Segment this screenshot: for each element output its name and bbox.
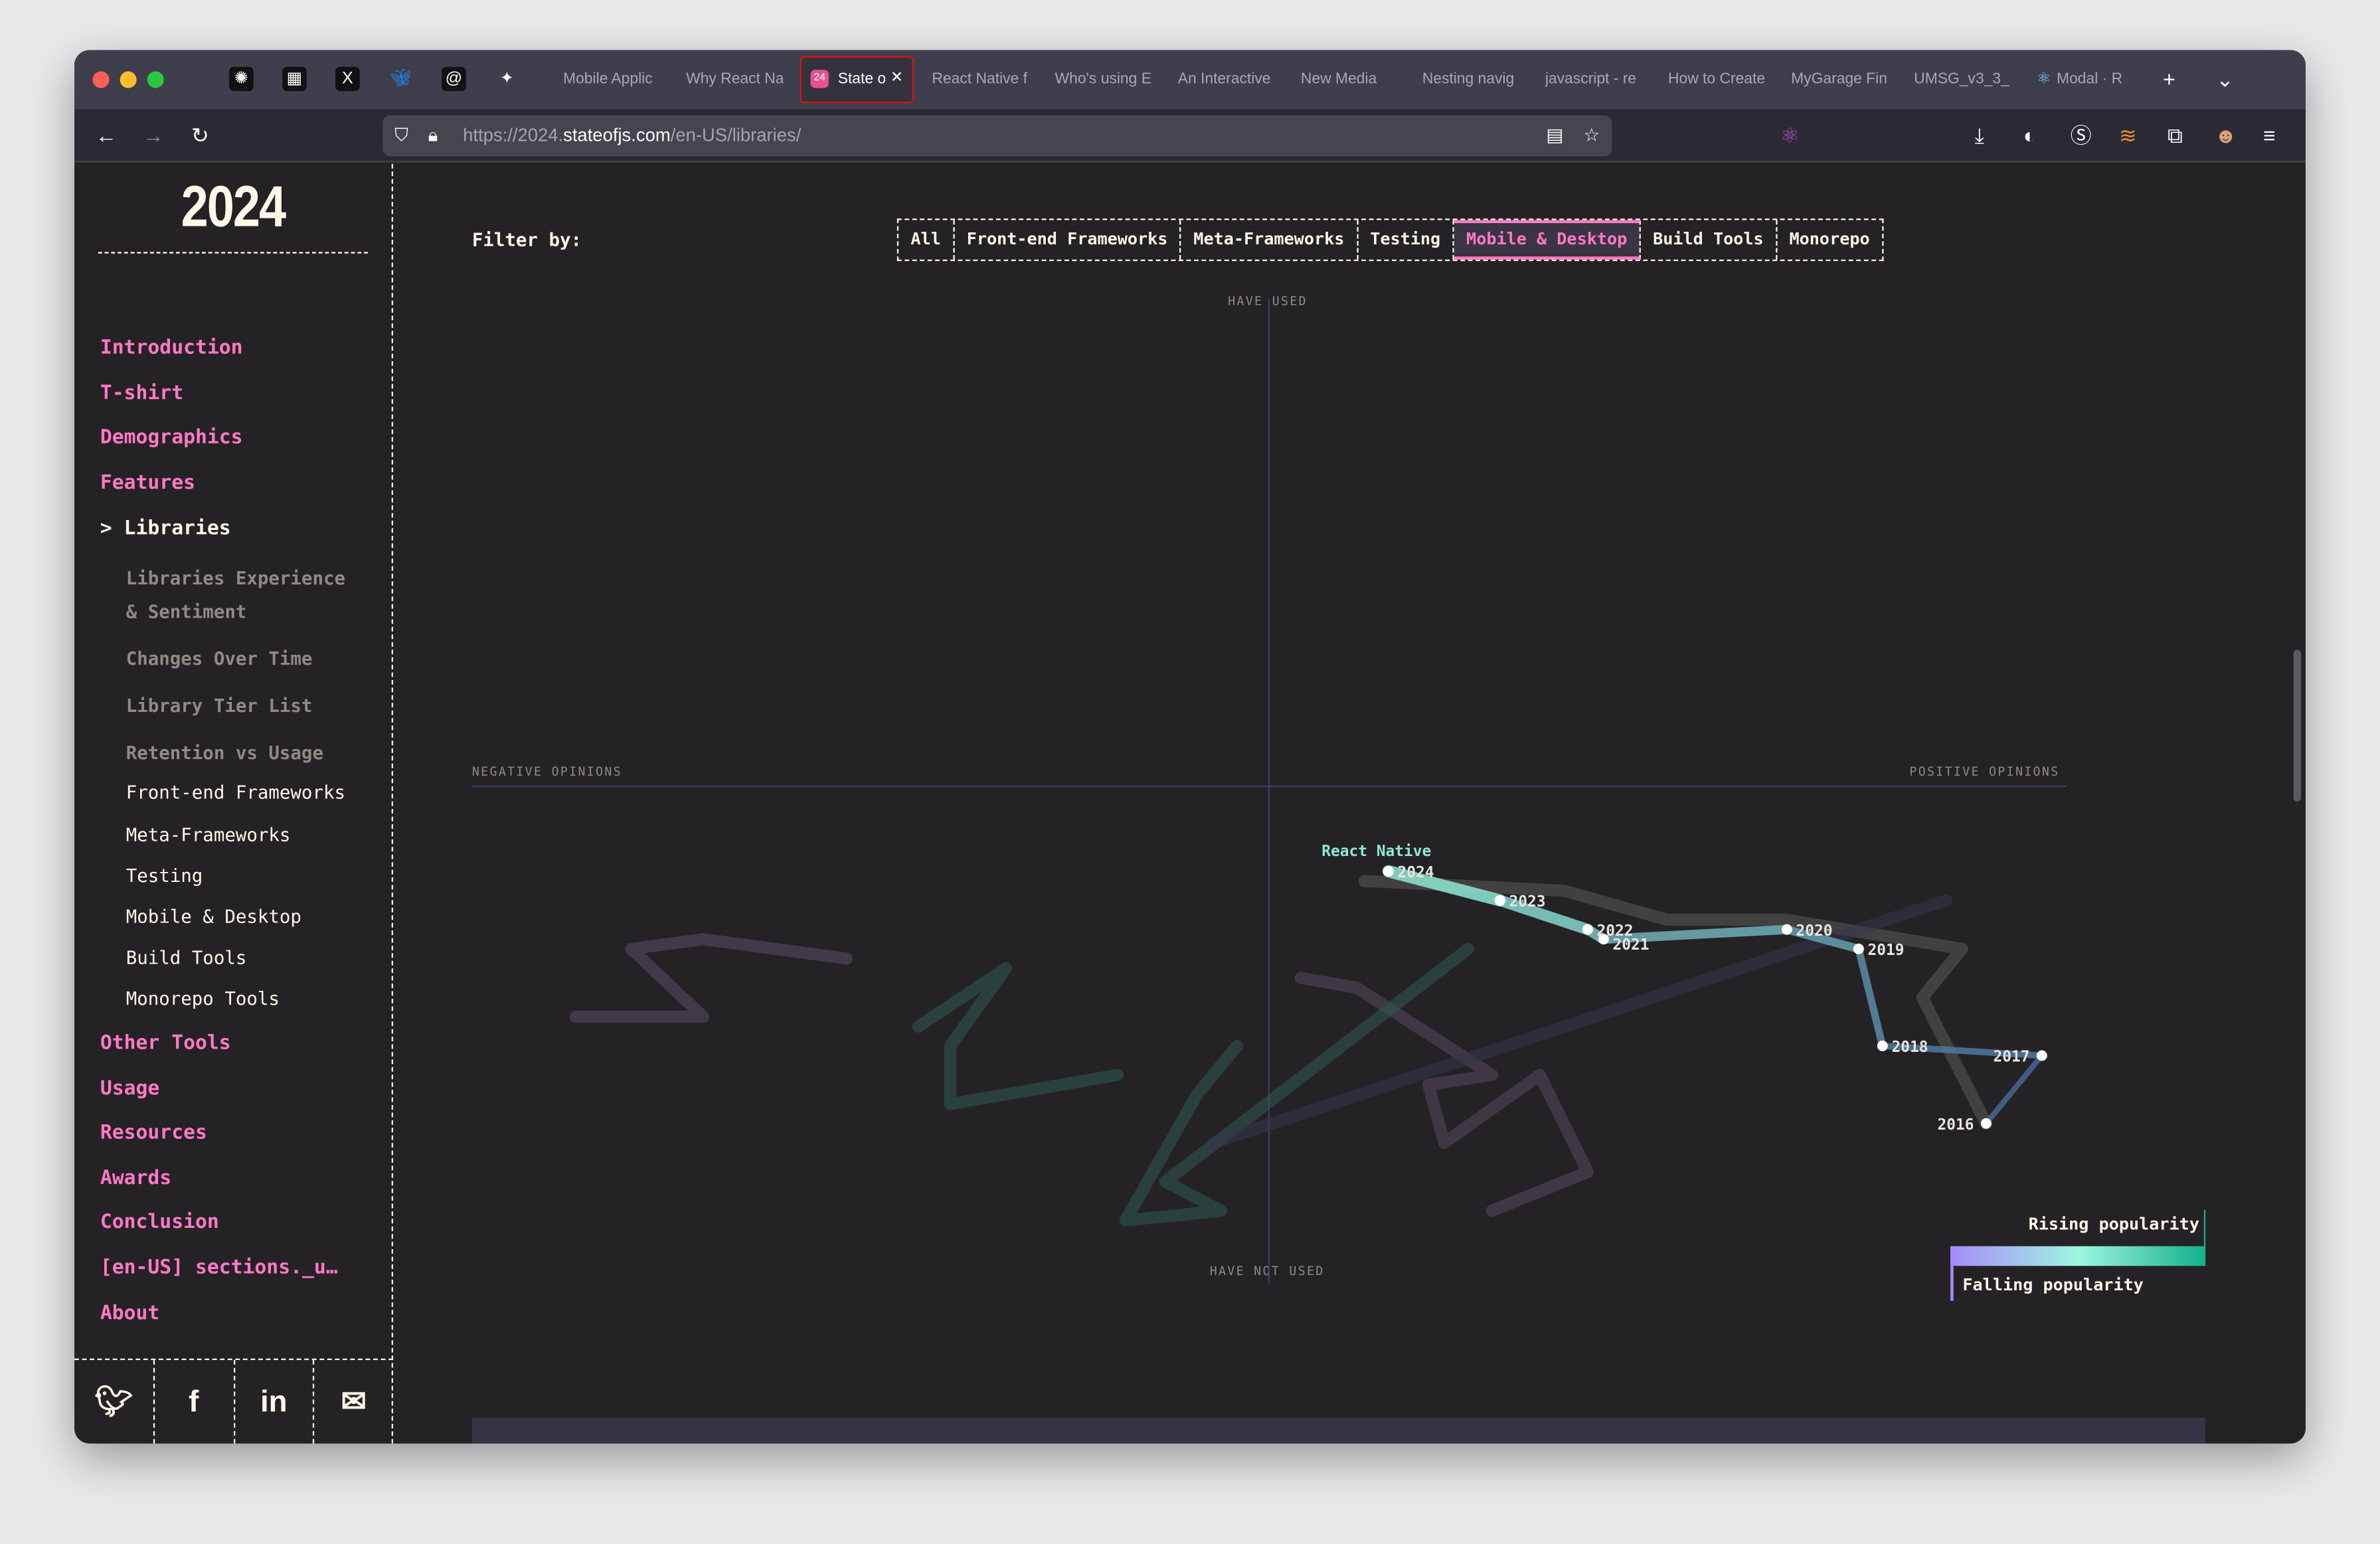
year-point (2036, 1050, 2047, 1061)
scrollbar[interactable] (2293, 649, 2302, 802)
year-point (1980, 1118, 1992, 1129)
legend-rising: Rising popularity (2028, 1214, 2199, 1235)
legend: Rising popularity Falling popularity (1950, 1209, 2206, 1301)
year-point (1877, 1040, 1888, 1051)
background-series-line (569, 933, 853, 1023)
legend-falling-tick (1950, 1246, 1953, 1301)
legend-falling: Falling popularity (1962, 1274, 2144, 1295)
year-label: 2020 (1796, 922, 1833, 940)
background-series-line (1207, 894, 1952, 1150)
year-label: 2017 (1994, 1049, 2030, 1066)
year-point (1383, 866, 1394, 877)
year-label: 2019 (1868, 942, 1905, 959)
legend-gradient-bar (1950, 1246, 2206, 1266)
series-label-react-native: React Native (1321, 843, 1431, 860)
year-label: 2023 (1509, 893, 1546, 910)
year-label: 2024 (1398, 864, 1434, 881)
react-native-segment (1855, 945, 1887, 1050)
year-point (1582, 924, 1593, 935)
year-point (1781, 924, 1792, 935)
year-label: 2016 (1938, 1116, 1974, 1134)
year-label: 2022 (1597, 922, 1634, 940)
year-point (1853, 943, 1864, 954)
background-series-line (912, 962, 1124, 1110)
background-series-line (1119, 942, 1474, 1227)
year-point (1494, 895, 1505, 906)
year-label: 2018 (1892, 1039, 1928, 1056)
browser-window: ✺ ▦ X 🦋︎ @ ✦ Mobile Applic Why React Na 24 State… (74, 50, 2306, 1444)
next-section-bar (471, 1417, 2206, 1444)
react-native-segment (1983, 1053, 2045, 1126)
